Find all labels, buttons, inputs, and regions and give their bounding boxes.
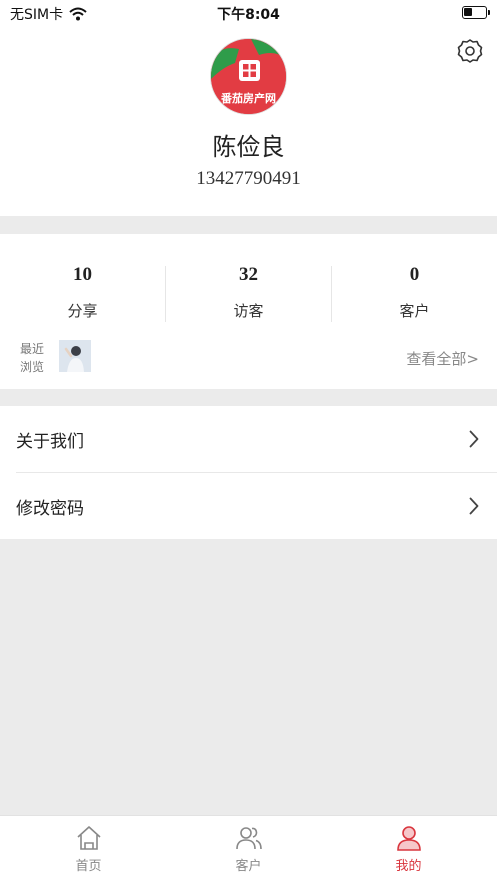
chevron-right-icon [469,497,479,515]
stat-visitors[interactable]: 32 访客 [166,264,331,321]
recent-visitor-avatar[interactable] [59,340,91,372]
settings-gear-icon[interactable] [457,38,483,64]
avatar-logo-text: 番茄房产网 [221,92,276,105]
person-photo-icon [59,340,91,372]
menu-list: 关于我们 修改密码 [0,406,497,539]
stat-visitors-value: 32 [239,264,258,285]
tab-customers[interactable]: 客户 [166,824,331,874]
avatar[interactable]: 番茄房产网 [210,38,287,115]
profile-icon [396,826,421,851]
stat-customers[interactable]: 0 客户 [332,264,497,321]
menu-item-about-us[interactable]: 关于我们 [0,406,497,473]
bottom-tab-bar: 首页 客户 我的 [0,815,497,883]
tab-home[interactable]: 首页 [6,824,171,874]
stat-customers-label: 客户 [399,302,430,320]
stat-visitors-label: 访客 [233,302,264,320]
status-time: 下午8:04 [217,7,280,23]
stats-panel: 10 分享 32 访客 0 客户 最近 浏览 查看全部> [0,234,497,389]
stat-customers-value: 0 [409,264,420,285]
user-name: 陈俭良 [212,133,285,161]
stat-share-label: 分享 [67,302,98,320]
recent-browse-label: 最近 浏览 [20,340,44,376]
recent-label-line1: 最近 [20,342,45,356]
tab-mine-label: 我的 [395,859,422,874]
view-all-link[interactable]: 查看全部> [406,348,479,369]
recent-label-line2: 浏览 [20,360,45,374]
menu-item-change-password[interactable]: 修改密码 [0,473,497,539]
battery-icon [462,6,490,19]
users-icon [235,827,262,850]
user-phone: 13427790491 [196,168,301,189]
status-bar: 无SIM卡 下午8:04 [0,0,497,26]
chevron-right-icon [469,430,479,448]
stat-share-value: 10 [73,264,92,285]
tab-mine[interactable]: 我的 [326,824,491,874]
menu-item-label: 修改密码 [16,499,84,519]
tab-home-label: 首页 [75,859,102,874]
tab-customers-label: 客户 [235,859,262,874]
stat-share[interactable]: 10 分享 [0,264,165,321]
home-icon [76,826,101,850]
menu-item-label: 关于我们 [16,432,84,452]
profile-header: 番茄房产网 陈俭良 13427790491 [0,26,497,216]
